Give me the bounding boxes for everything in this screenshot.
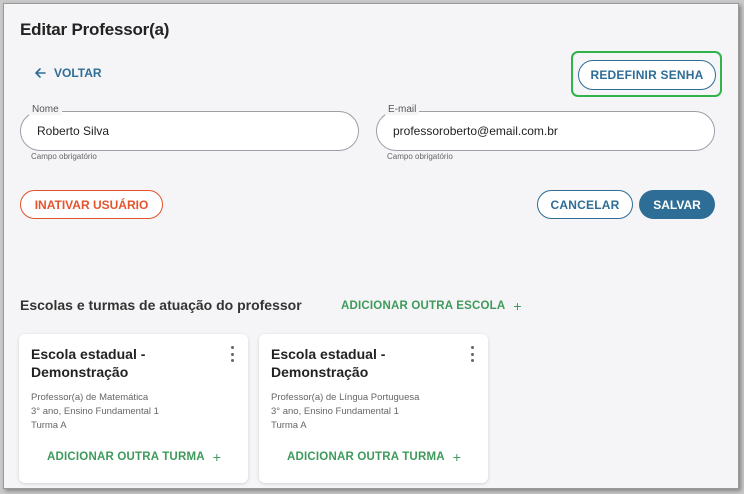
card-role: Professor(a) de Língua Portuguesa (271, 392, 420, 403)
card-class: Turma A (271, 420, 307, 431)
school-card: Escola estadual - Demonstração Professor… (259, 334, 488, 483)
card-school-name: Escola estadual - Demonstração (271, 346, 386, 380)
card-grade: 3° ano, Ensino Fundamental 1 (31, 406, 159, 417)
card-grade: 3° ano, Ensino Fundamental 1 (271, 406, 399, 417)
add-school-button[interactable]: ADICIONAR OUTRA ESCOLA + (341, 299, 522, 313)
plus-icon: + (212, 449, 222, 465)
add-class-button[interactable]: ADICIONAR OUTRA TURMA + (287, 450, 461, 464)
more-vertical-icon[interactable] (468, 346, 476, 362)
name-field[interactable]: Nome (20, 104, 359, 151)
cancel-button[interactable]: CANCELAR (537, 190, 633, 219)
name-input[interactable] (37, 124, 317, 138)
add-class-label: ADICIONAR OUTRA TURMA (287, 451, 445, 463)
email-helper-text: Campo obrigatório (387, 152, 453, 161)
card-details: Professor(a) de Matemática 3° ano, Ensin… (31, 391, 159, 433)
name-field-label: Nome (29, 104, 62, 115)
school-card: Escola estadual - Demonstração Professor… (19, 334, 248, 483)
plus-icon: + (513, 298, 522, 314)
save-button[interactable]: SALVAR (639, 190, 715, 219)
back-label: VOLTAR (54, 66, 102, 80)
plus-icon: + (452, 449, 462, 465)
card-school-name: Escola estadual - Demonstração (31, 346, 146, 380)
email-field-label: E-mail (385, 104, 420, 115)
name-helper-text: Campo obrigatório (31, 152, 97, 161)
deactivate-user-button[interactable]: INATIVAR USUÁRIO (20, 190, 163, 219)
add-class-label: ADICIONAR OUTRA TURMA (47, 451, 205, 463)
reset-password-button[interactable]: REDEFINIR SENHA (578, 60, 716, 90)
card-class: Turma A (31, 420, 67, 431)
add-school-label: ADICIONAR OUTRA ESCOLA (341, 300, 506, 312)
card-role: Professor(a) de Matemática (31, 392, 149, 403)
schools-section-title: Escolas e turmas de atuação do professor (20, 297, 302, 313)
email-input[interactable] (393, 124, 673, 138)
page-title: Editar Professor(a) (20, 20, 170, 39)
app-frame: Editar Professor(a) VOLTAR REDEFINIR SEN… (3, 3, 739, 489)
add-class-button[interactable]: ADICIONAR OUTRA TURMA + (47, 450, 221, 464)
back-link[interactable]: VOLTAR (34, 66, 102, 80)
more-vertical-icon[interactable] (228, 346, 236, 362)
card-details: Professor(a) de Língua Portuguesa 3° ano… (271, 391, 419, 433)
email-field[interactable]: E-mail (376, 104, 715, 151)
arrow-left-icon (35, 68, 46, 78)
